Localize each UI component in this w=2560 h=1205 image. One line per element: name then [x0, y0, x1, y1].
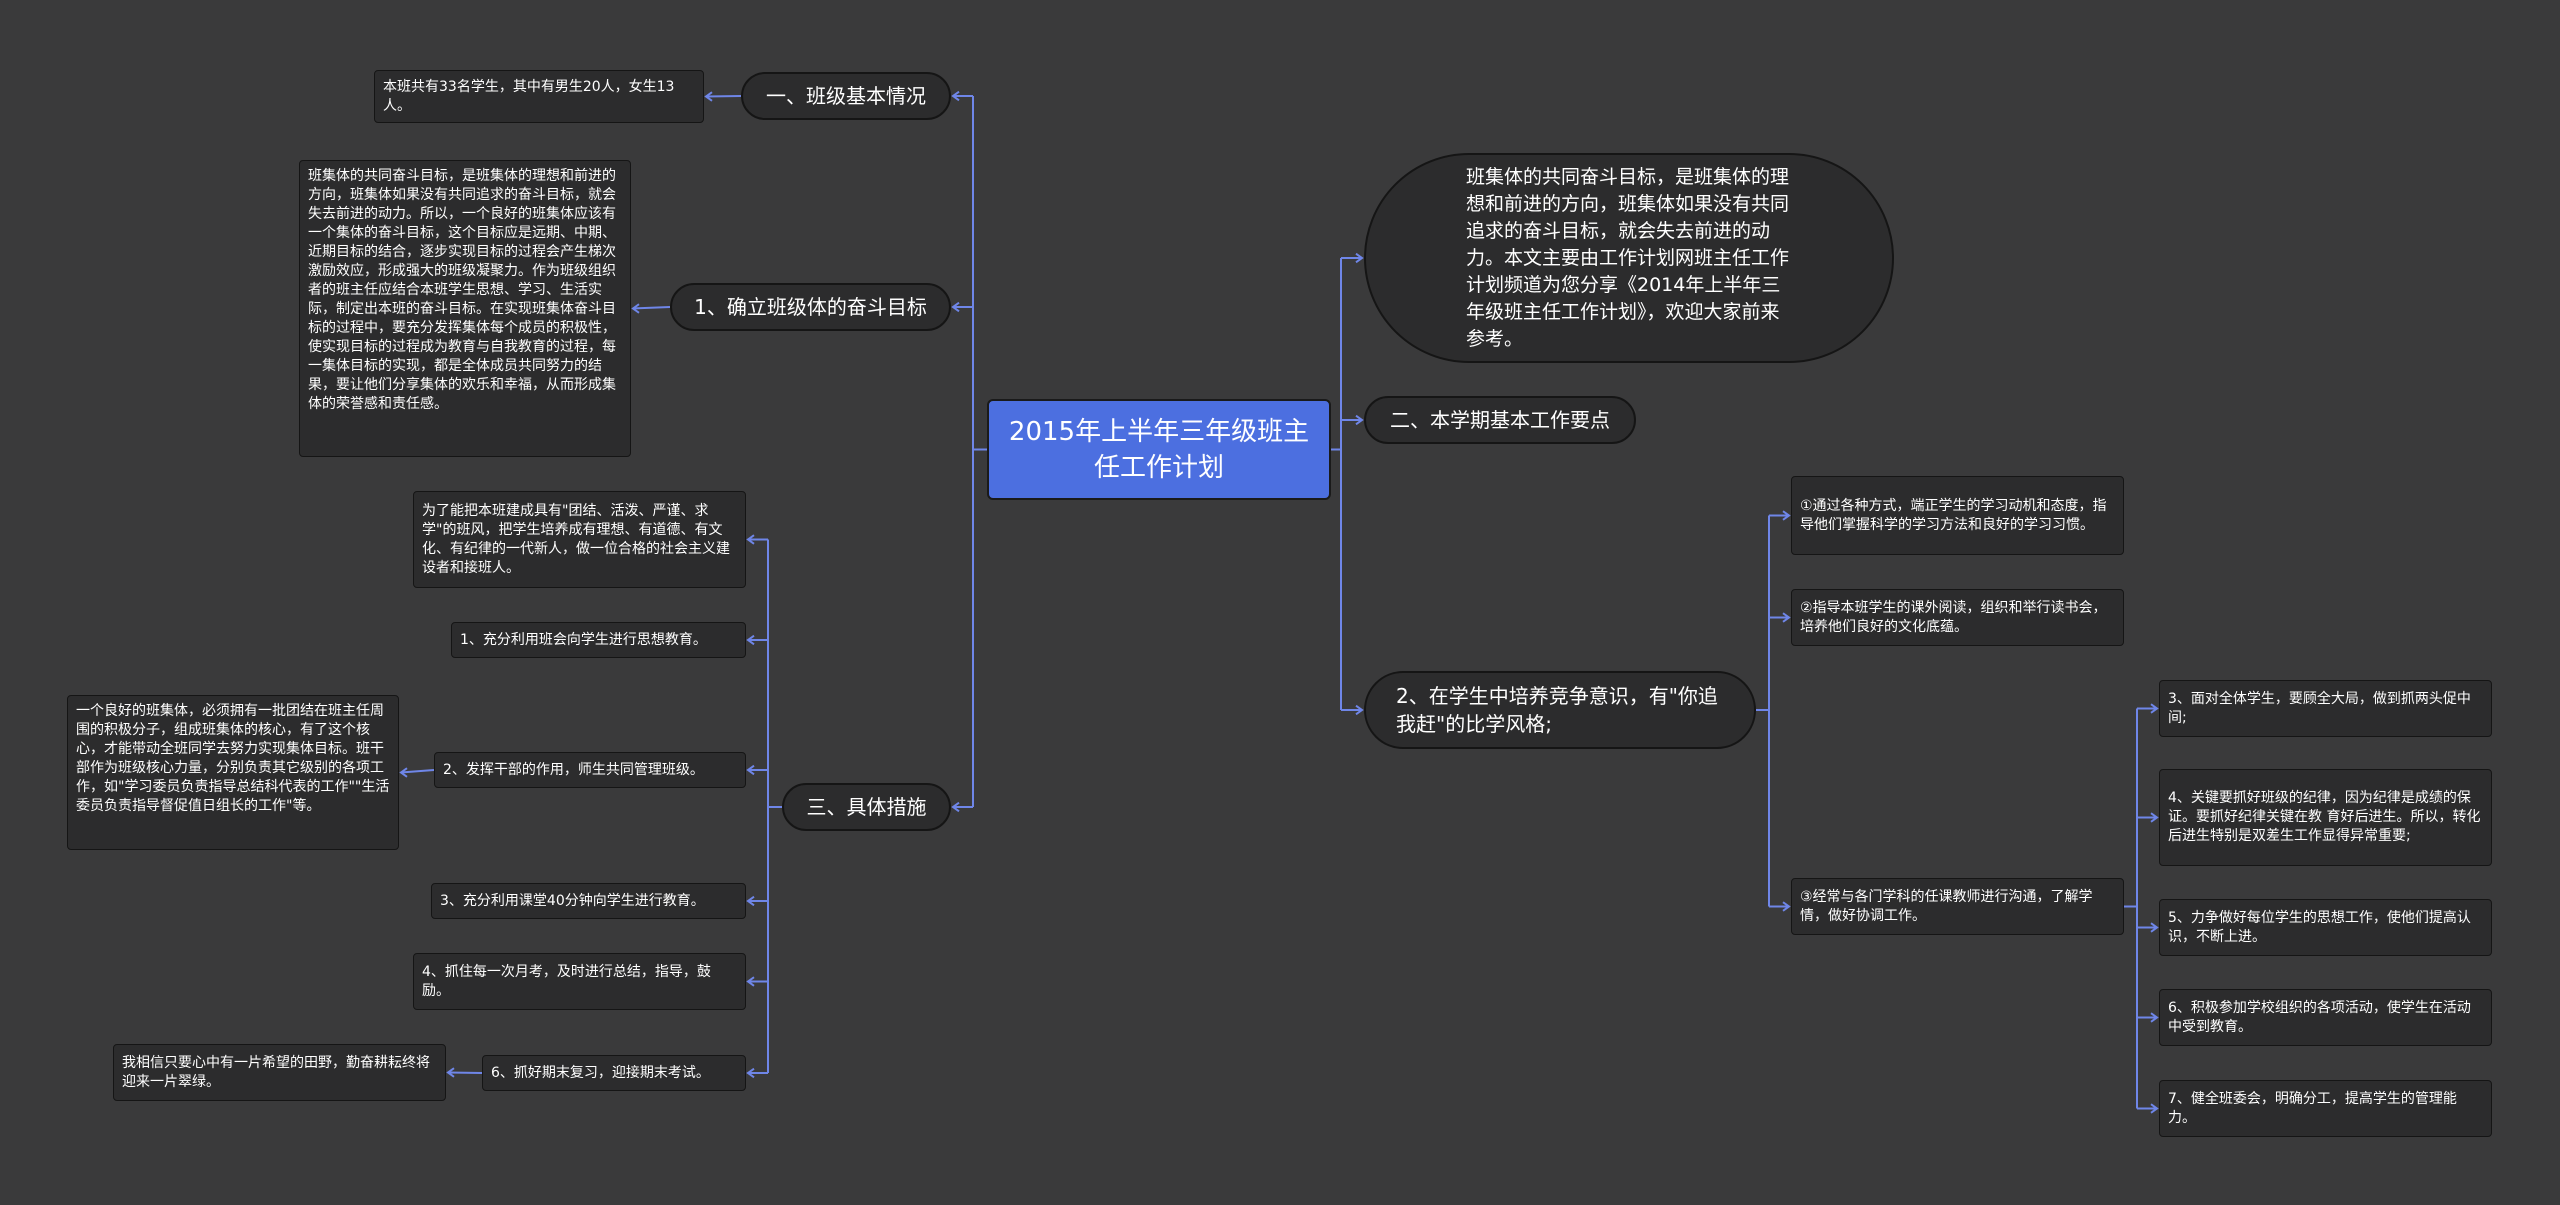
- sub-item[interactable]: 7、健全班委会，明确分工，提高学生的管理能力。: [2159, 1080, 2492, 1137]
- branch-competition[interactable]: 2、在学生中培养竞争意识，有"你追我赶"的比学风格;: [1364, 671, 1756, 749]
- item-text: 3、面对全体学生，要顾全大局，做到抓两头促中间;: [2168, 690, 2471, 726]
- intro-bubble[interactable]: 班集体的共同奋斗目标，是班集体的理想和前进的方向，班集体如果没有共同追求的奋斗目…: [1364, 153, 1894, 363]
- measure-text: 3、充分利用课堂40分钟向学生进行教育。: [440, 892, 705, 909]
- root-node[interactable]: 2015年上半年三年级班主任工作计划: [987, 399, 1331, 500]
- connector-branch: [447, 1071, 483, 1074]
- competition-item[interactable]: ②指导本班学生的课外阅读，组织和举行读书会，培养他们良好的文化底蕴。: [1791, 589, 2124, 646]
- measure-item[interactable]: 为了能把本班建成具有"团结、活泼、严谨、求学"的班风，把学生培养成有理想、有道德…: [413, 491, 746, 588]
- measure-item[interactable]: 3、充分利用课堂40分钟向学生进行教育。: [431, 883, 746, 919]
- connector-branch: [705, 95, 742, 98]
- competition-item[interactable]: ①通过各种方式，端正学生的学习动机和态度，指导他们掌握科学的学习方法和良好的学习…: [1791, 476, 2124, 555]
- branch-label: 1、确立班级体的奋斗目标: [694, 295, 927, 319]
- branch-label: 2、在学生中培养竞争意识，有"你追我赶"的比学风格;: [1396, 684, 1718, 736]
- intro-text: 班集体的共同奋斗目标，是班集体的理想和前进的方向，班集体如果没有共同追求的奋斗目…: [1466, 165, 1790, 350]
- measure-item[interactable]: 4、抓住每一次月考，及时进行总结，指导，鼓励。: [413, 953, 746, 1010]
- branch-label: 一、班级基本情况: [766, 84, 926, 108]
- detail-text: 本班共有33名学生，其中有男生20人，女生13人。: [383, 78, 675, 114]
- root-title: 2015年上半年三年级班主任工作计划: [1008, 416, 1310, 483]
- measure-text: 6、抓好期末复习，迎接期末考试。: [491, 1064, 710, 1081]
- item-text: ③经常与各门学科的任课教师进行沟通，了解学情，做好协调工作。: [1800, 888, 2093, 924]
- branch-key-points[interactable]: 二、本学期基本工作要点: [1364, 396, 1636, 444]
- connector-branch: [400, 769, 435, 774]
- sub-item[interactable]: 6、积极参加学校组织的各项活动，使学生在活动中受到教育。: [2159, 989, 2492, 1046]
- competition-item[interactable]: ③经常与各门学科的任课教师进行沟通，了解学情，做好协调工作。: [1791, 878, 2124, 935]
- mindmap-canvas: 2015年上半年三年级班主任工作计划 一、班级基本情况 本班共有33名学生，其中…: [0, 0, 2560, 1205]
- measure-text: 4、抓住每一次月考，及时进行总结，指导，鼓励。: [422, 963, 711, 999]
- sub-item[interactable]: 4、关键要抓好班级的纪律，因为纪律是成绩的保证。要抓好纪律关键在教 育好后进生。…: [2159, 769, 2492, 866]
- sub-item[interactable]: 3、面对全体学生，要顾全大局，做到抓两头促中间;: [2159, 680, 2492, 737]
- sub-item[interactable]: 5、力争做好每位学生的思想工作，使他们提高认识，不断上进。: [2159, 899, 2492, 956]
- class-overview-detail[interactable]: 本班共有33名学生，其中有男生20人，女生13人。: [374, 70, 704, 123]
- item-text: 6、积极参加学校组织的各项活动，使学生在活动中受到教育。: [2168, 999, 2471, 1035]
- branch-label: 二、本学期基本工作要点: [1390, 408, 1610, 432]
- connector-branch: [632, 306, 671, 310]
- measure-detail[interactable]: 我相信只要心中有一片希望的田野，勤奋耕耘终将迎来一片翠绿。: [113, 1044, 446, 1101]
- item-text: 7、健全班委会，明确分工，提高学生的管理能力。: [2168, 1090, 2457, 1126]
- item-text: ①通过各种方式，端正学生的学习动机和态度，指导他们掌握科学的学习方法和良好的学习…: [1800, 497, 2107, 533]
- measure-item[interactable]: 2、发挥干部的作用，师生共同管理班级。: [434, 752, 746, 788]
- detail-text: 一个良好的班集体，必须拥有一批团结在班主任周围的积极分子，组成班集体的核心，有了…: [76, 703, 390, 814]
- measure-item[interactable]: 6、抓好期末复习，迎接期末考试。: [482, 1055, 746, 1091]
- class-goal-detail[interactable]: 班集体的共同奋斗目标，是班集体的理想和前进的方向，班集体如果没有共同追求的奋斗目…: [299, 160, 631, 457]
- item-text: 4、关键要抓好班级的纪律，因为纪律是成绩的保证。要抓好纪律关键在教 育好后进生。…: [2168, 790, 2481, 844]
- branch-class-goal[interactable]: 1、确立班级体的奋斗目标: [670, 283, 951, 331]
- item-text: 5、力争做好每位学生的思想工作，使他们提高认识，不断上进。: [2168, 909, 2471, 945]
- measure-text: 2、发挥干部的作用，师生共同管理班级。: [443, 761, 704, 778]
- item-text: ②指导本班学生的课外阅读，组织和举行读书会，培养他们良好的文化底蕴。: [1800, 599, 2107, 635]
- branch-label: 三、具体措施: [806, 795, 927, 819]
- branch-measures[interactable]: 三、具体措施: [782, 783, 951, 831]
- branch-class-overview[interactable]: 一、班级基本情况: [741, 72, 951, 120]
- detail-text: 班集体的共同奋斗目标，是班集体的理想和前进的方向，班集体如果没有共同追求的奋斗目…: [308, 168, 616, 412]
- measure-item[interactable]: 1、充分利用班会向学生进行思想教育。: [451, 622, 746, 658]
- detail-text: 我相信只要心中有一片希望的田野，勤奋耕耘终将迎来一片翠绿。: [122, 1054, 430, 1090]
- measure-text: 1、充分利用班会向学生进行思想教育。: [460, 631, 707, 648]
- measure-detail[interactable]: 一个良好的班集体，必须拥有一批团结在班主任周围的积极分子，组成班集体的核心，有了…: [67, 695, 399, 850]
- measure-text: 为了能把本班建成具有"团结、活泼、严谨、求学"的班风，把学生培养成有理想、有道德…: [422, 502, 730, 576]
